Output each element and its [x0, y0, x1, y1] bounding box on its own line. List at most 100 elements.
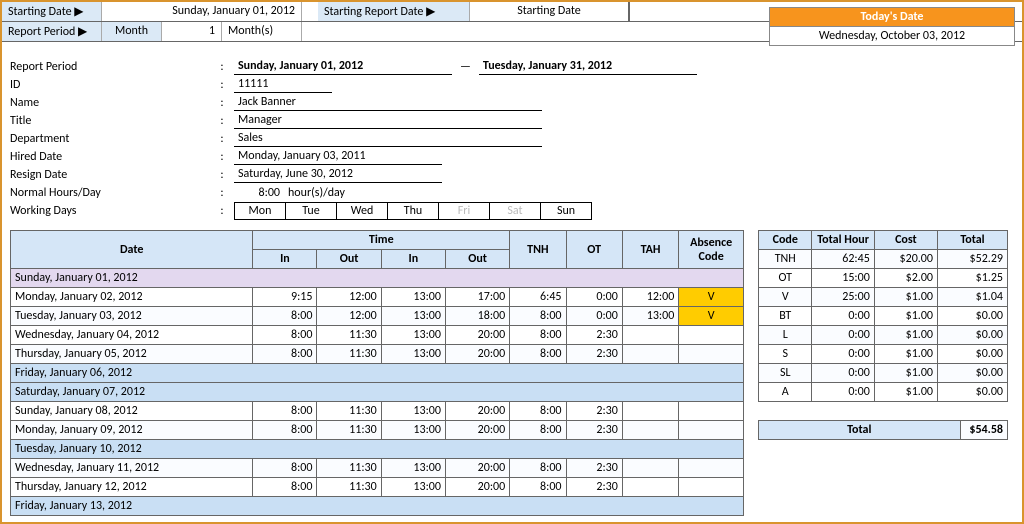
report-period-type[interactable]: Month	[102, 22, 162, 41]
date-cell: Friday, January 06, 2012	[11, 364, 744, 383]
value-cell[interactable]: 13:00	[381, 288, 445, 307]
summary-cell: 0:00	[812, 345, 874, 364]
title-value[interactable]: Manager	[234, 113, 542, 129]
day-sat[interactable]: Sat	[489, 202, 541, 220]
summary-cell: $1.00	[874, 326, 937, 345]
col-time: Time	[253, 231, 510, 250]
today-box: Today's Date Wednesday, October 03, 2012	[769, 7, 1015, 46]
sum-col-cost: Cost	[874, 231, 937, 250]
value-cell[interactable]: 11:30	[317, 345, 381, 364]
summary-cell: 62:45	[812, 250, 874, 269]
table-row[interactable]: Monday, January 09, 20128:0011:3013:0020…	[11, 421, 744, 440]
table-row[interactable]: Thursday, January 12, 20128:0011:3013:00…	[11, 478, 744, 497]
value-cell[interactable]: 8:00	[253, 345, 317, 364]
value-cell[interactable]: 13:00	[381, 307, 445, 326]
table-row[interactable]: Saturday, January 07, 2012	[11, 383, 744, 402]
value-cell[interactable]: 8:00	[253, 421, 317, 440]
day-mon[interactable]: Mon	[234, 202, 286, 220]
grand-total-value: $54.58	[960, 421, 1007, 440]
value-cell[interactable]: 13:00	[381, 345, 445, 364]
nhd-unit: hour(s)/day	[284, 186, 349, 200]
timesheet-table: Date Time TNH OT TAH Absence Code In Out…	[10, 230, 744, 516]
day-tue[interactable]: Tue	[285, 202, 337, 220]
id-label: ID	[10, 78, 210, 92]
resign-value[interactable]: Saturday, June 30, 2012	[234, 167, 442, 183]
value-cell[interactable]: 20:00	[445, 402, 509, 421]
value-cell	[622, 345, 678, 364]
value-cell[interactable]: 20:00	[445, 421, 509, 440]
id-value[interactable]: 11111	[234, 77, 332, 93]
value-cell[interactable]: 8:00	[253, 459, 317, 478]
value-cell[interactable]: 11:30	[317, 421, 381, 440]
table-row[interactable]: Wednesday, January 04, 20128:0011:3013:0…	[11, 326, 744, 345]
value-cell[interactable]: 9:15	[253, 288, 317, 307]
nhd-label: Normal Hours/Day	[10, 186, 210, 200]
value-cell[interactable]: 20:00	[445, 345, 509, 364]
col-tnh: TNH	[510, 231, 566, 269]
value-cell[interactable]: 11:30	[317, 402, 381, 421]
value-cell[interactable]: 11:30	[317, 326, 381, 345]
value-cell[interactable]: 20:00	[445, 478, 509, 497]
value-cell	[622, 326, 678, 345]
table-row[interactable]: Thursday, January 05, 20128:0011:3013:00…	[11, 345, 744, 364]
value-cell[interactable]: 11:30	[317, 478, 381, 497]
day-sun[interactable]: Sun	[540, 202, 592, 220]
table-row[interactable]: Sunday, January 08, 20128:0011:3013:0020…	[11, 402, 744, 421]
table-row[interactable]: Sunday, January 01, 2012	[11, 269, 744, 288]
table-row[interactable]: Tuesday, January 03, 20128:0012:0013:001…	[11, 307, 744, 326]
value-cell: 0:00	[566, 288, 622, 307]
summary-row: S0:00$1.00$0.00	[759, 345, 1008, 364]
starting-date-label: Starting Date ▶	[2, 2, 102, 21]
value-cell[interactable]: 18:00	[445, 307, 509, 326]
value-cell[interactable]: 8:00	[253, 478, 317, 497]
day-wed[interactable]: Wed	[336, 202, 388, 220]
value-cell[interactable]: 20:00	[445, 459, 509, 478]
summary-cell: $1.04	[937, 288, 1007, 307]
summary-cell: TNH	[759, 250, 812, 269]
col-date: Date	[11, 231, 253, 269]
summary-row: BT0:00$1.00$0.00	[759, 307, 1008, 326]
day-fri[interactable]: Fri	[438, 202, 490, 220]
date-cell: Saturday, January 07, 2012	[11, 383, 744, 402]
hired-value[interactable]: Monday, January 03, 2011	[234, 149, 442, 165]
value-cell[interactable]: 12:00	[317, 288, 381, 307]
summary-cell: $0.00	[937, 364, 1007, 383]
starting-date-value[interactable]: Sunday, January 01, 2012	[102, 2, 302, 21]
dept-value[interactable]: Sales	[234, 131, 542, 147]
day-thu[interactable]: Thu	[387, 202, 439, 220]
working-days: MonTueWedThuFriSatSun	[234, 202, 591, 220]
report-period-unit: Month(s)	[222, 22, 302, 41]
value-cell[interactable]: 13:00	[381, 326, 445, 345]
table-row[interactable]: Wednesday, January 11, 20128:0011:3013:0…	[11, 459, 744, 478]
value-cell[interactable]: 20:00	[445, 326, 509, 345]
date-cell: Sunday, January 08, 2012	[11, 402, 253, 421]
report-period-label: Report Period ▶	[2, 22, 102, 41]
col-in2: In	[381, 250, 445, 269]
value-cell[interactable]: 8:00	[253, 326, 317, 345]
nhd-value[interactable]: 8:00	[234, 186, 284, 200]
summary-cell: $20.00	[874, 250, 937, 269]
starting-report-date-value[interactable]: Starting Date	[470, 2, 630, 21]
date-cell: Wednesday, January 04, 2012	[11, 326, 253, 345]
col-ot: OT	[566, 231, 622, 269]
table-row[interactable]: Monday, January 02, 20129:1512:0013:0017…	[11, 288, 744, 307]
date-cell: Sunday, January 01, 2012	[11, 269, 744, 288]
value-cell[interactable]: 13:00	[381, 421, 445, 440]
report-period-n[interactable]: 1	[162, 22, 222, 41]
value-cell[interactable]: 8:00	[253, 307, 317, 326]
table-row[interactable]: Friday, January 13, 2012	[11, 497, 744, 516]
value-cell	[679, 459, 744, 478]
value-cell[interactable]: 17:00	[445, 288, 509, 307]
value-cell[interactable]: 12:00	[317, 307, 381, 326]
hired-label: Hired Date	[10, 150, 210, 164]
value-cell[interactable]: 13:00	[381, 402, 445, 421]
table-row[interactable]: Friday, January 06, 2012	[11, 364, 744, 383]
value-cell[interactable]: 11:30	[317, 459, 381, 478]
table-row[interactable]: Tuesday, January 10, 2012	[11, 440, 744, 459]
value-cell[interactable]: 13:00	[381, 459, 445, 478]
rp-from: Sunday, January 01, 2012	[234, 59, 452, 75]
value-cell[interactable]: 8:00	[253, 402, 317, 421]
name-value[interactable]: Jack Banner	[234, 95, 542, 111]
value-cell[interactable]: 13:00	[381, 478, 445, 497]
col-abs: Absence Code	[679, 231, 744, 269]
